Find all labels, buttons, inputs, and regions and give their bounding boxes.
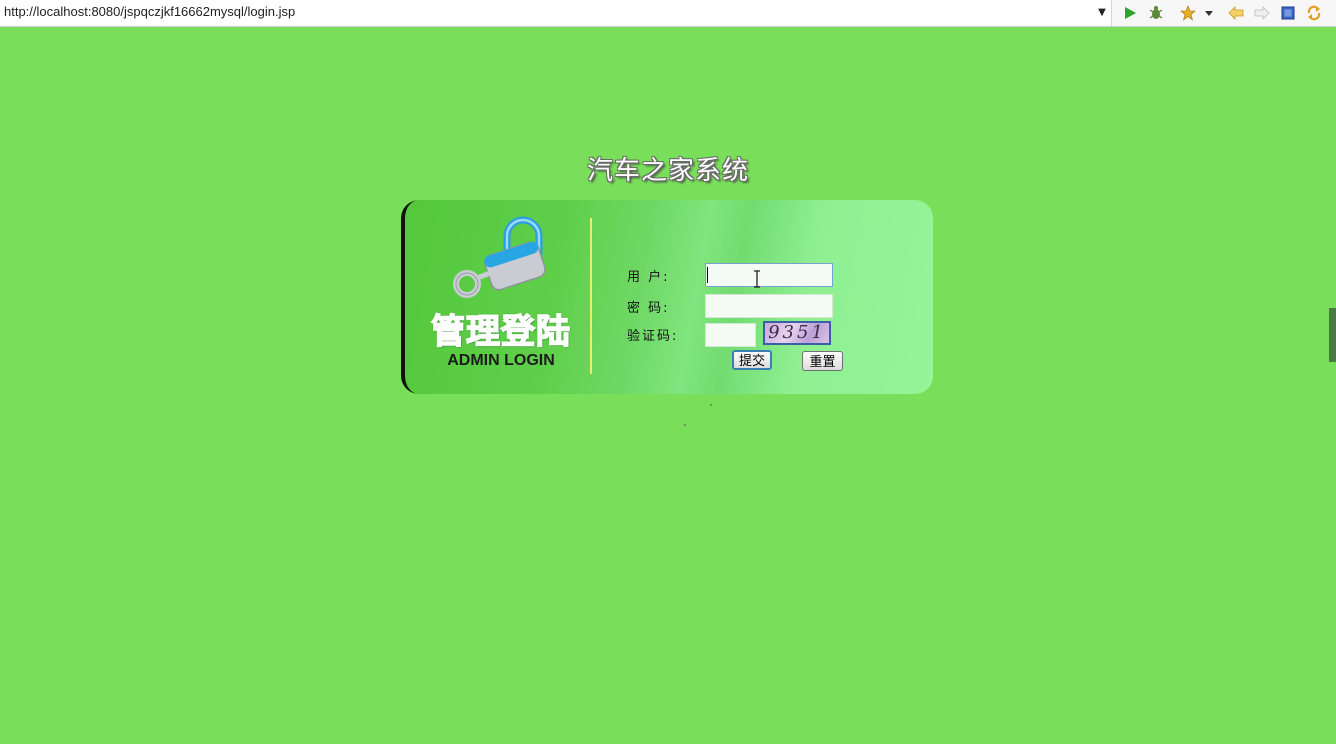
- reset-button[interactable]: 重置: [802, 351, 843, 371]
- submit-button[interactable]: 提交: [732, 350, 772, 370]
- captcha-label: 验证码:: [627, 329, 679, 344]
- run-icon[interactable]: [1120, 3, 1140, 23]
- back-icon[interactable]: [1226, 3, 1246, 23]
- browser-toolbar: http://localhost:8080/jspqczjkf16662mysq…: [0, 0, 1336, 27]
- admin-login-heading-en: ADMIN LOGIN: [447, 352, 555, 369]
- panel-divider: [590, 218, 592, 374]
- scrollbar-thumb[interactable]: [1329, 308, 1336, 362]
- stop-icon[interactable]: [1278, 3, 1298, 23]
- username-label: 用 户:: [627, 270, 670, 285]
- password-input[interactable]: [705, 294, 833, 318]
- favorite-icon[interactable]: [1178, 3, 1198, 23]
- ibeam-cursor-icon: [754, 270, 760, 288]
- url-dropdown-icon[interactable]: ▼: [1096, 6, 1108, 20]
- url-text: http://localhost:8080/jspqczjkf16662mysq…: [4, 4, 296, 19]
- debug-icon[interactable]: [1146, 3, 1166, 23]
- menu-dropdown-icon[interactable]: [1199, 3, 1219, 23]
- password-label: 密 码:: [627, 301, 670, 316]
- speck: [710, 404, 712, 406]
- captcha-input[interactable]: [705, 323, 756, 347]
- forward-icon[interactable]: [1252, 3, 1272, 23]
- panel-edge: [401, 200, 425, 394]
- captcha-image[interactable]: 9351: [763, 321, 831, 345]
- refresh-icon[interactable]: [1304, 3, 1324, 23]
- url-field[interactable]: http://localhost:8080/jspqczjkf16662mysq…: [0, 0, 1112, 26]
- admin-login-heading-cn: 管理登陆: [430, 311, 571, 353]
- page-title: 汽车之家系统: [586, 156, 749, 186]
- login-panel: 管理登陆 ADMIN LOGIN 用 户: 密 码: 验证码: 9351 提交 …: [401, 200, 933, 394]
- text-cursor: [707, 267, 708, 283]
- username-input[interactable]: [705, 263, 833, 287]
- speck: [684, 424, 686, 426]
- padlock-key-icon: [453, 216, 546, 298]
